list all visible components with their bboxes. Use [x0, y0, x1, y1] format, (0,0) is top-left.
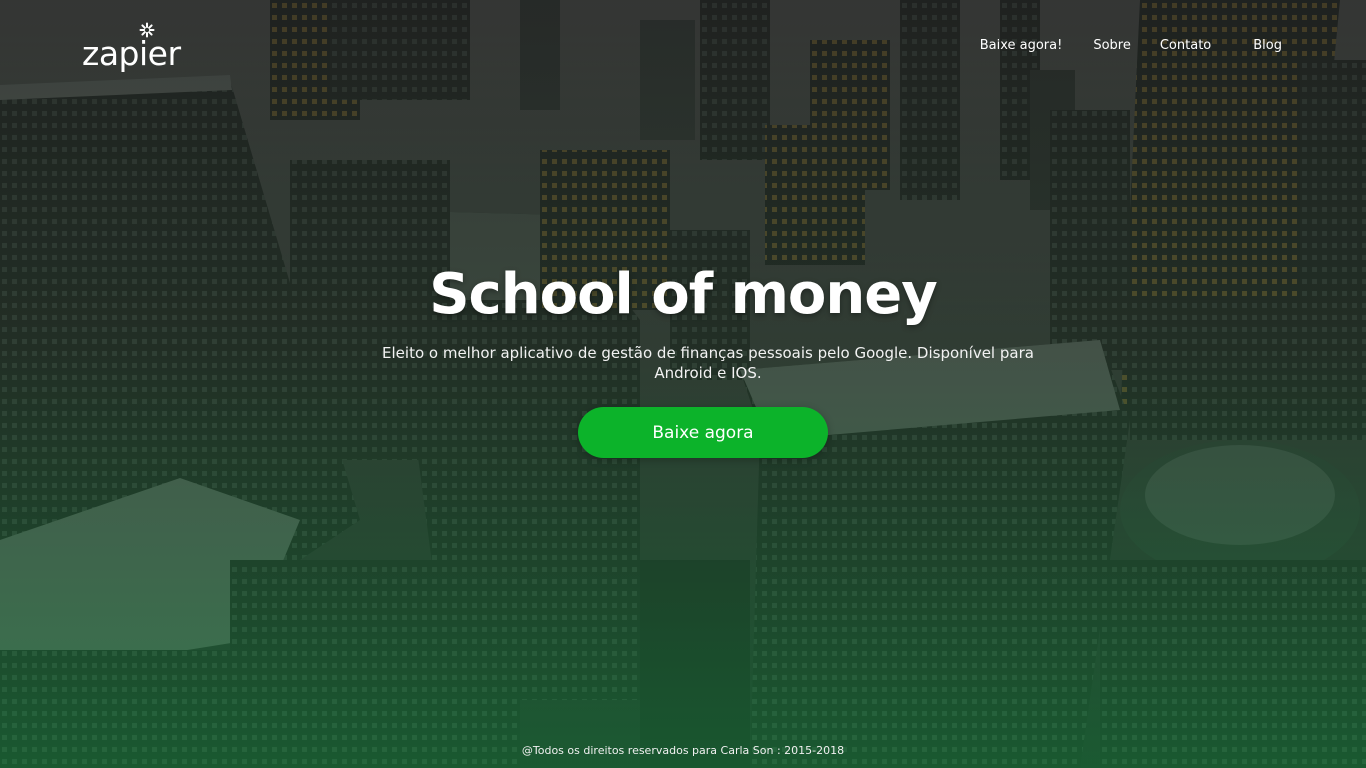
- logo-wordmark: zapier: [82, 34, 181, 73]
- asterisk-icon: [139, 22, 155, 38]
- nav-item-blog[interactable]: Blog: [1253, 38, 1282, 53]
- nav-item-contact[interactable]: Contato: [1160, 38, 1211, 53]
- nav-item-download[interactable]: Baixe agora!: [980, 38, 1063, 53]
- nav-menu: Baixe agora! Sobre Contato Blog: [980, 38, 1282, 53]
- hero-title: School of money: [429, 262, 938, 327]
- nav-item-about[interactable]: Sobre: [1093, 38, 1131, 53]
- hero-subtitle: Eleito o melhor aplicativo de gestão de …: [382, 344, 1034, 382]
- top-navigation: zapier Baixe agora! Sobre Contato Blog: [0, 0, 1366, 92]
- download-now-button[interactable]: Baixe agora: [578, 407, 828, 458]
- hero-section: [0, 0, 1366, 768]
- green-gradient-overlay: [0, 0, 1366, 768]
- footer-copyright: @Todos os direitos reservados para Carla…: [521, 744, 845, 757]
